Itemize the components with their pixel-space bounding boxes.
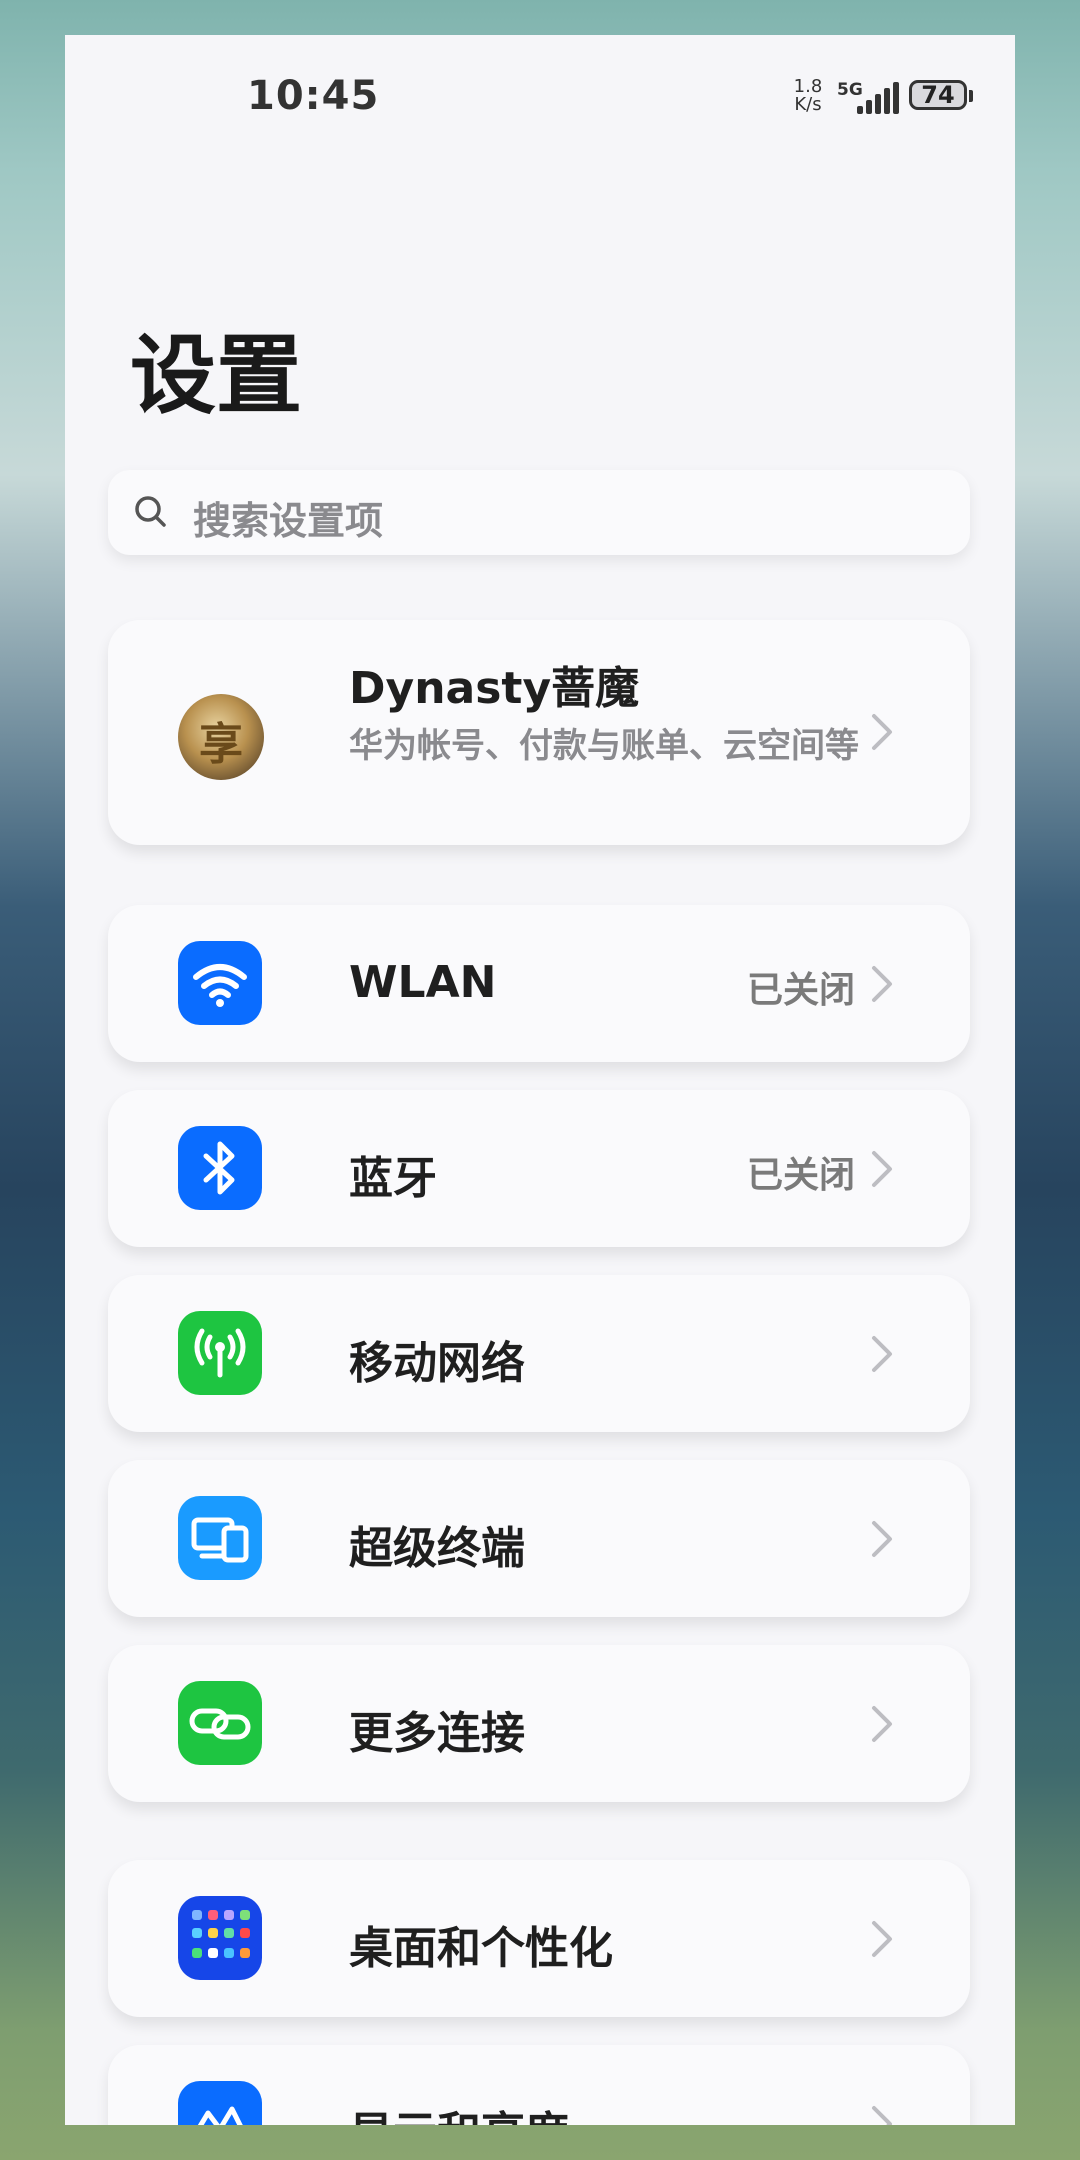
network-speed: 1.8 K/s (790, 78, 826, 114)
settings-screen: 10:45 1.8 K/s 5G 74 设置 搜索设置项 享 Dynasty蔷魔… (65, 35, 1015, 2125)
mobile-network-icon (178, 1311, 262, 1395)
display-label: 显示和亮度 (349, 2097, 569, 2125)
search-placeholder: 搜索设置项 (193, 499, 384, 543)
account-card[interactable]: 享 Dynasty蔷魔 华为帐号、付款与账单、云空间等 (108, 620, 970, 845)
chevron-right-icon (872, 1921, 892, 1957)
search-bar[interactable]: 搜索设置项 (108, 470, 970, 555)
more-connections-icon (178, 1681, 262, 1765)
chevron-right-icon (872, 1706, 892, 1742)
display-row[interactable]: 显示和亮度 (108, 2045, 970, 2125)
battery-tip (969, 90, 973, 102)
bluetooth-label: 蓝牙 (349, 1153, 437, 1204)
home-screen-row[interactable]: 桌面和个性化 (108, 1860, 970, 2017)
wlan-label: WLAN (349, 957, 497, 1008)
home-screen-icon (178, 1896, 262, 1980)
more-connections-label: 更多连接 (349, 1708, 525, 1759)
more-connections-row[interactable]: 更多连接 (108, 1645, 970, 1802)
wifi-icon (178, 941, 262, 1025)
home-screen-label: 桌面和个性化 (349, 1923, 613, 1974)
chevron-right-icon (872, 714, 892, 750)
signal-icon (855, 80, 905, 114)
status-bar: 10:45 1.8 K/s 5G 74 (65, 35, 1015, 165)
chevron-right-icon (872, 966, 892, 1002)
chevron-right-icon (872, 2106, 892, 2125)
search-icon (135, 496, 166, 527)
mobile-network-label: 移动网络 (349, 1338, 525, 1389)
super-device-row[interactable]: 超级终端 (108, 1460, 970, 1617)
avatar: 享 (178, 694, 264, 780)
chevron-right-icon (872, 1336, 892, 1372)
account-subtitle: 华为帐号、付款与账单、云空间等 (349, 726, 859, 766)
battery-icon: 74 (909, 80, 967, 110)
page-title: 设置 (130, 326, 302, 426)
super-device-icon (178, 1496, 262, 1580)
mobile-network-row[interactable]: 移动网络 (108, 1275, 970, 1432)
super-device-label: 超级终端 (349, 1523, 525, 1574)
wlan-row[interactable]: WLAN 已关闭 (108, 905, 970, 1062)
bluetooth-icon (178, 1126, 262, 1210)
chevron-right-icon (872, 1521, 892, 1557)
status-time: 10:45 (247, 73, 380, 119)
display-icon (178, 2081, 262, 2125)
chevron-right-icon (872, 1151, 892, 1187)
wlan-status: 已关闭 (746, 970, 855, 1011)
bluetooth-row[interactable]: 蓝牙 已关闭 (108, 1090, 970, 1247)
network-speed-unit: K/s (794, 94, 822, 115)
bluetooth-status: 已关闭 (746, 1155, 855, 1196)
account-name: Dynasty蔷魔 (349, 663, 640, 714)
